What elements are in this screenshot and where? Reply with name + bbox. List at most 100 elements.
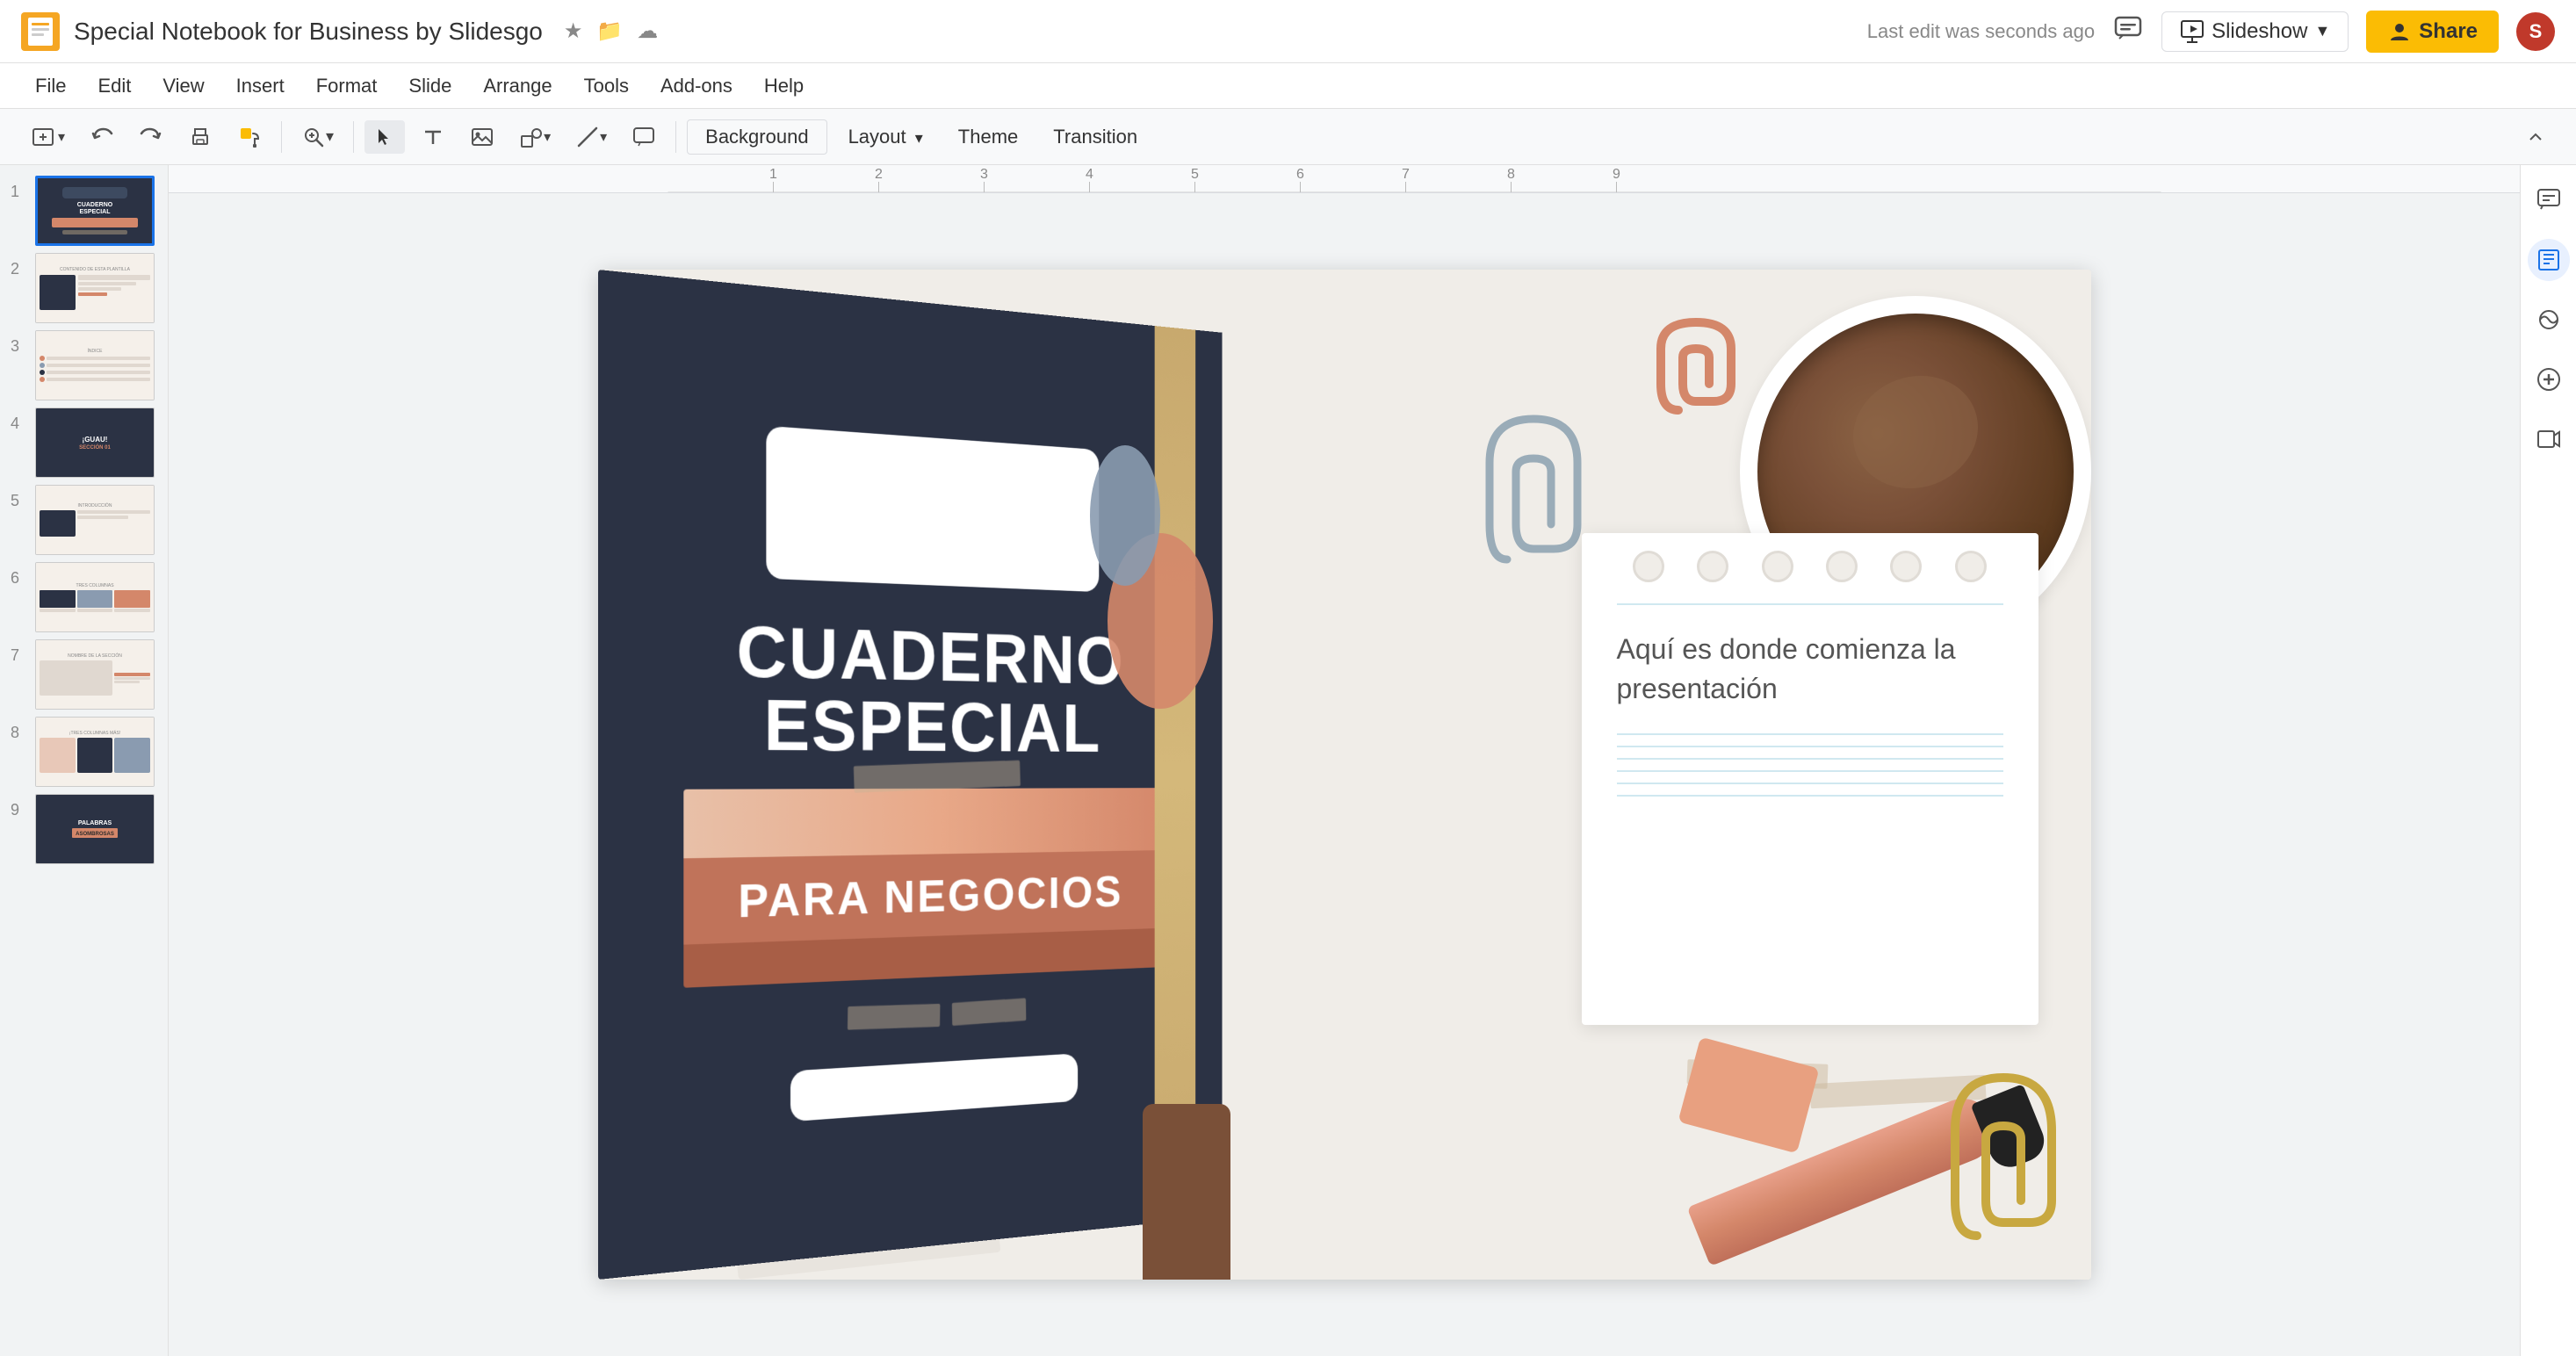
slide-thumb-2[interactable]: CONTENIDO DE ESTA PLANTILLA <box>35 253 155 323</box>
slide-thumb-1[interactable]: CUADERNOESPECIAL <box>35 176 155 246</box>
slide-number-8: 8 <box>11 717 28 742</box>
menu-insert[interactable]: Insert <box>222 69 299 103</box>
tape-piece-2 <box>847 1004 940 1030</box>
transition-button[interactable]: Transition <box>1039 120 1151 154</box>
slide-thumb-3[interactable]: ÍNDICE <box>35 330 155 400</box>
slide-thumbnail-9[interactable]: 9 PALABRAS ASOMBROSAS <box>0 790 168 868</box>
select-tool[interactable] <box>364 120 405 154</box>
slide-number-5: 5 <box>11 485 28 510</box>
menu-tools[interactable]: Tools <box>570 69 643 103</box>
notepad-hole-3 <box>1762 551 1793 582</box>
menu-edit[interactable]: Edit <box>83 69 145 103</box>
notepad-hole-6 <box>1955 551 1987 582</box>
share-person-icon <box>2387 19 2412 44</box>
share-label: Share <box>2419 19 2478 44</box>
eraser <box>1678 1037 1819 1154</box>
slide-thumb-4[interactable]: ¡GUAU! SECCIÓN 01 <box>35 408 155 478</box>
slide-thumb-5[interactable]: INTRODUCCIÓN <box>35 485 155 555</box>
notepad-line-4 <box>1617 758 2003 760</box>
slide-thumbnail-8[interactable]: 8 ¡TRES COLUMNAS MÁS! <box>0 713 168 790</box>
slide-number-7: 7 <box>11 639 28 665</box>
present-icon <box>2180 19 2204 44</box>
svg-text:1: 1 <box>769 167 777 182</box>
share-button[interactable]: Share <box>2366 11 2499 53</box>
separator-1 <box>281 121 282 153</box>
dropdown-arrow[interactable]: ▾ <box>58 128 65 146</box>
svg-text:9: 9 <box>1613 167 1620 182</box>
svg-text:4: 4 <box>1086 167 1093 182</box>
star-icon[interactable]: ★ <box>564 18 583 44</box>
slide-thumbnail-5[interactable]: 5 INTRODUCCIÓN <box>0 481 168 559</box>
slide-thumbnail-2[interactable]: 2 CONTENIDO DE ESTA PLANTILLA <box>0 249 168 327</box>
notepad-line-3 <box>1617 746 2003 747</box>
right-sidebar <box>2520 165 2576 1356</box>
comments-button[interactable] <box>2112 12 2144 50</box>
slide-thumb-9[interactable]: PALABRAS ASOMBROSAS <box>35 794 155 864</box>
theme-button[interactable]: Theme <box>944 120 1032 154</box>
menu-addons[interactable]: Add-ons <box>646 69 747 103</box>
undo-button[interactable] <box>81 119 123 155</box>
sidebar-comments-button[interactable] <box>2528 179 2570 221</box>
print-button[interactable] <box>179 119 221 155</box>
slide-thumb-7[interactable]: NOMBRE DE LA SECCIÓN <box>35 639 155 710</box>
slide-number-6: 6 <box>11 562 28 588</box>
svg-text:8: 8 <box>1507 167 1515 182</box>
slide-right-bg: Aquí es donde comienza la presentación <box>1283 270 2091 1280</box>
menu-slide[interactable]: Slide <box>394 69 465 103</box>
toolbar: ▾ ▾ ▾ ▾ Background Layout ▾ <box>0 109 2576 165</box>
svg-text:6: 6 <box>1296 167 1304 182</box>
image-tool[interactable] <box>461 119 503 155</box>
add-slide-button[interactable]: ▾ <box>21 119 74 155</box>
notepad[interactable]: Aquí es donde comienza la presentación <box>1582 533 2038 1025</box>
collapse-toolbar-button[interactable] <box>2516 121 2555 153</box>
svg-text:3: 3 <box>980 167 988 182</box>
slide-thumbnail-4[interactable]: 4 ¡GUAU! SECCIÓN 01 <box>0 404 168 481</box>
notepad-text[interactable]: Aquí es donde comienza la presentación <box>1617 616 2003 723</box>
ruler-top: 1 2 3 4 5 6 7 8 9 <box>169 165 2520 193</box>
svg-text:5: 5 <box>1191 167 1199 182</box>
dark-rect-shape <box>1143 1104 1230 1280</box>
sidebar-video-button[interactable] <box>2528 418 2570 460</box>
sidebar-theme-button[interactable] <box>2528 299 2570 341</box>
menu-bar: File Edit View Insert Format Slide Arran… <box>0 63 2576 109</box>
slide-thumb-6[interactable]: TRES COLUMNAS <box>35 562 155 632</box>
paint-format-button[interactable] <box>228 119 271 155</box>
slide-thumb-8[interactable]: ¡TRES COLUMNAS MÁS! <box>35 717 155 787</box>
menu-help[interactable]: Help <box>750 69 818 103</box>
folder-icon[interactable]: 📁 <box>596 18 623 44</box>
redo-button[interactable] <box>130 119 172 155</box>
slide-canvas-container: CUADERNO ESPECIAL PARA NEGOCIOS <box>169 193 2520 1356</box>
sidebar-add-button[interactable] <box>2528 358 2570 400</box>
slide-thumbnail-7[interactable]: 7 NOMBRE DE LA SECCIÓN <box>0 636 168 713</box>
background-button[interactable]: Background <box>687 119 826 155</box>
line-tool[interactable]: ▾ <box>566 119 616 155</box>
slide-thumbnail-3[interactable]: 3 ÍNDICE <box>0 327 168 404</box>
cloud-icon[interactable]: ☁ <box>637 18 658 44</box>
layout-button[interactable]: Layout ▾ <box>834 120 937 154</box>
last-edit-status: Last edit was seconds ago <box>1867 20 2095 43</box>
subtitle-text: PARA NEGOCIOS <box>738 864 1122 927</box>
menu-format[interactable]: Format <box>302 69 392 103</box>
shapes-tool[interactable]: ▾ <box>510 119 559 155</box>
slide-thumbnail-1[interactable]: 1 CUADERNOESPECIAL <box>0 172 168 249</box>
subtitle-band-light <box>683 788 1168 858</box>
zoom-button[interactable]: ▾ <box>292 119 343 155</box>
notebook-cover[interactable]: CUADERNO ESPECIAL PARA NEGOCIOS <box>598 270 1223 1280</box>
sidebar-edit-button[interactable] <box>2528 239 2570 281</box>
menu-file[interactable]: File <box>21 69 80 103</box>
paperclip-gold-bottom <box>1951 1069 2056 1244</box>
menu-arrange[interactable]: Arrange <box>469 69 566 103</box>
slideshow-label: Slideshow <box>2212 19 2307 44</box>
slide-thumbnail-6[interactable]: 6 TRES COLUMNAS <box>0 559 168 636</box>
slides-panel: 1 CUADERNOESPECIAL 2 CONTENIDO DE ESTA P… <box>0 165 169 1356</box>
document-title[interactable]: Special Notebook for Business by Slidesg… <box>74 18 543 46</box>
user-avatar[interactable]: S <box>2516 12 2555 51</box>
notepad-hole-4 <box>1826 551 1858 582</box>
menu-view[interactable]: View <box>148 69 218 103</box>
comment-tool[interactable] <box>623 119 665 155</box>
svg-text:7: 7 <box>1402 167 1410 182</box>
text-tool[interactable] <box>412 119 454 155</box>
slide-canvas[interactable]: CUADERNO ESPECIAL PARA NEGOCIOS <box>598 270 2091 1280</box>
slideshow-dropdown-icon[interactable]: ▼ <box>2314 22 2330 40</box>
slideshow-button[interactable]: Slideshow ▼ <box>2161 11 2349 52</box>
